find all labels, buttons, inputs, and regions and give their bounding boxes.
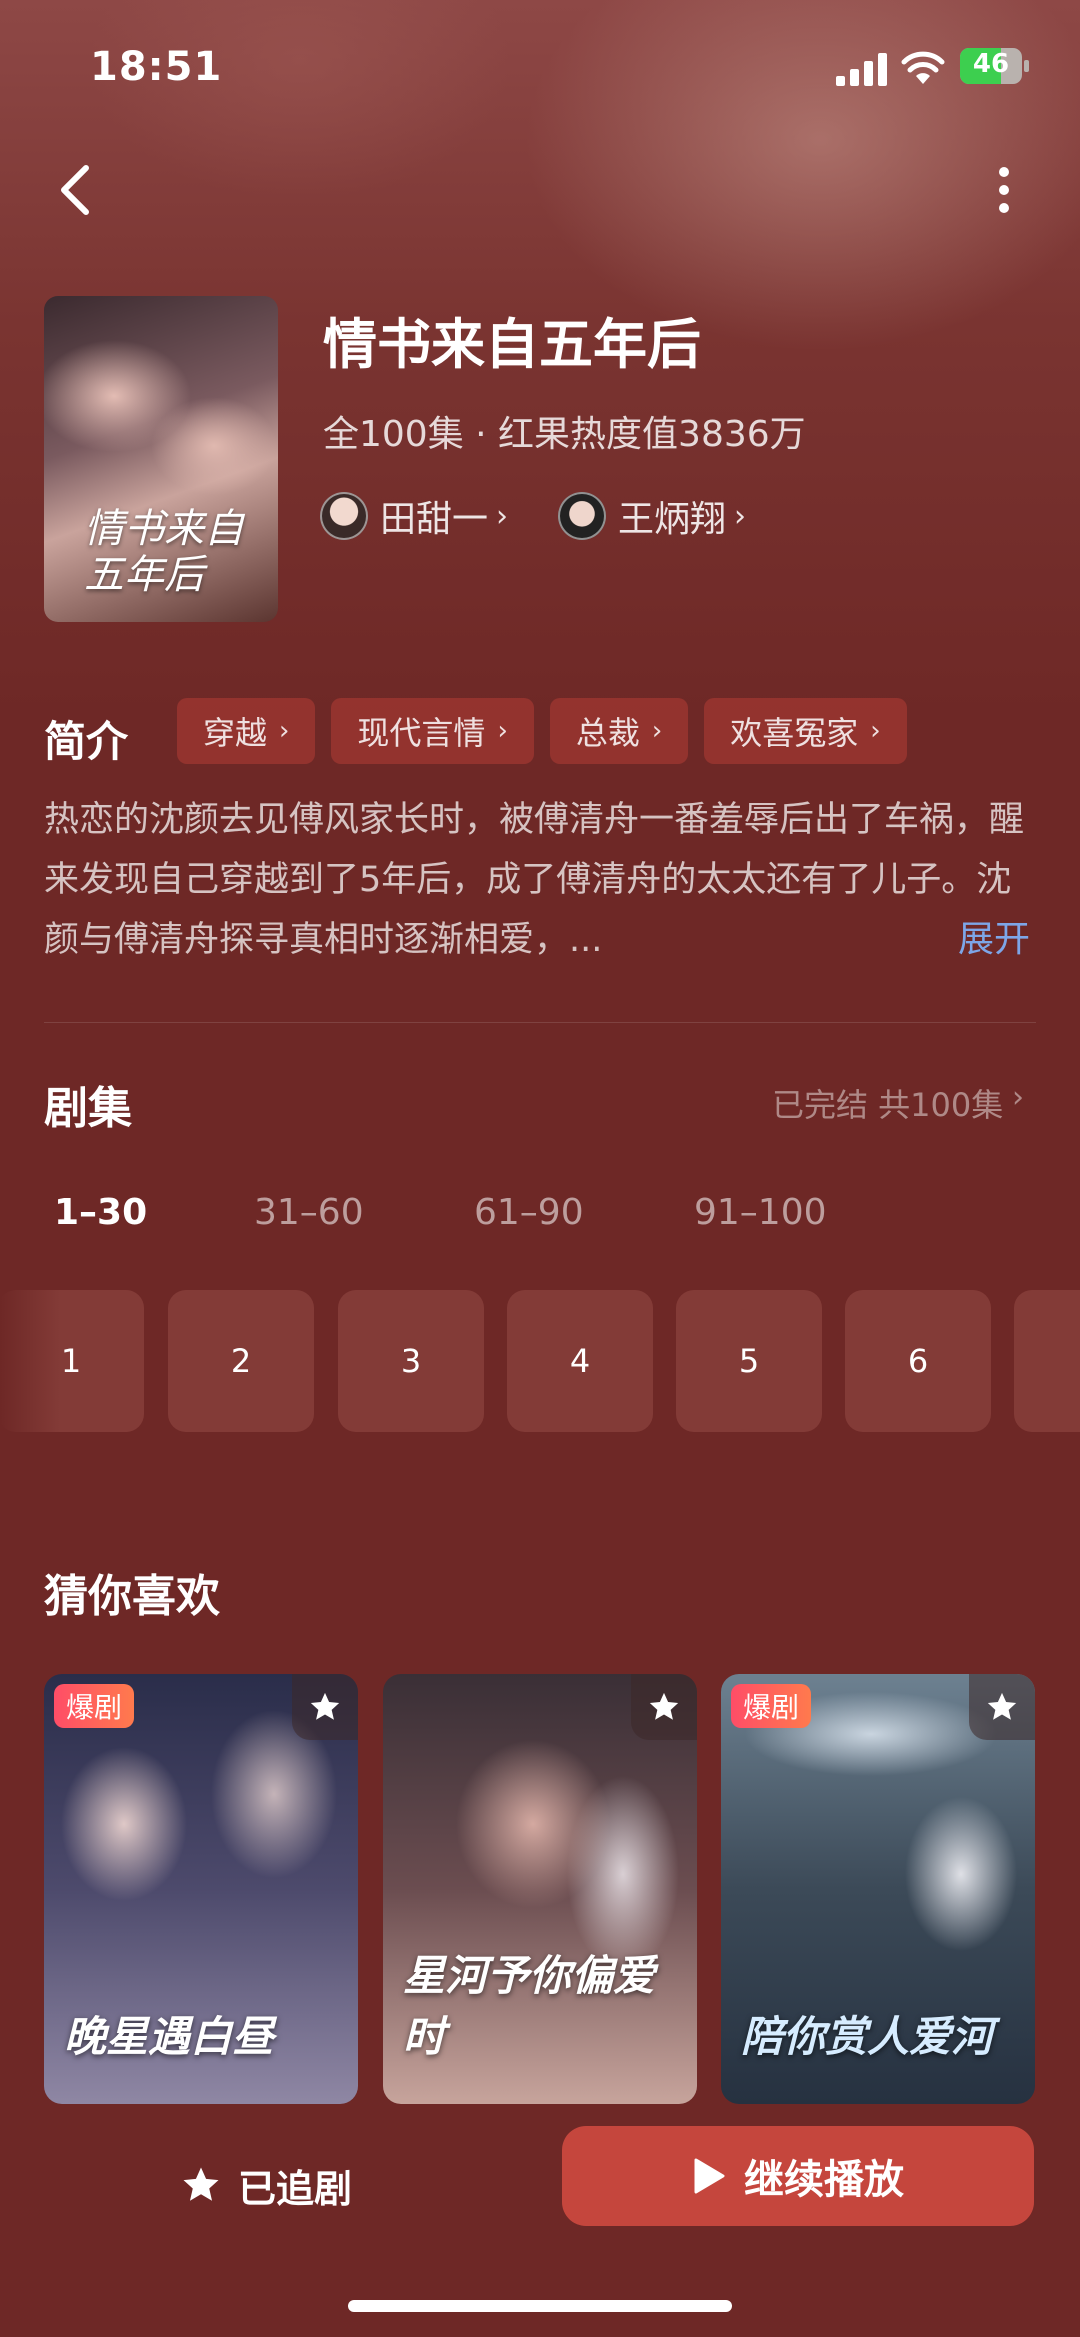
card-title: 陪你赏人爱河 [741, 2012, 994, 2061]
recommend-card[interactable]: 爆剧 陪你赏人爱河 [721, 1674, 1035, 2104]
range-tab-31-60[interactable]: 31–60 [254, 1192, 364, 1233]
star-icon [183, 2167, 219, 2201]
continue-play-button[interactable]: 继续播放 [562, 2126, 1034, 2226]
card-title: 星河予你偏爱时 [403, 1951, 656, 2061]
wifi-icon [901, 51, 945, 84]
battery-icon: 46 [960, 48, 1022, 84]
recommend-card[interactable]: 爆剧 晚星遇白昼 [44, 1674, 358, 2104]
star-icon[interactable] [292, 1674, 358, 1740]
star-icon[interactable] [969, 1674, 1035, 1740]
back-arrow-icon[interactable] [48, 160, 108, 220]
tag-label: 穿越 [203, 714, 268, 752]
chevron-right-icon: › [651, 716, 663, 746]
home-indicator [348, 2300, 732, 2312]
range-tab-91-100[interactable]: 91–100 [694, 1192, 827, 1233]
range-tab-1-30[interactable]: 1–30 [54, 1192, 147, 1233]
show-meta: 全100集 · 红果热度值3836万 [323, 414, 806, 455]
episode-button-3[interactable]: 3 [338, 1290, 484, 1432]
hot-badge: 爆剧 [731, 1684, 812, 1728]
chevron-right-icon: › [734, 498, 747, 534]
follow-label: 已追剧 [238, 2166, 353, 2211]
recommend-label: 猜你喜欢 [44, 1571, 220, 1622]
show-poster: 情书来自 五年后 [44, 296, 278, 622]
show-title: 情书来自五年后 [323, 313, 701, 376]
more-options-icon[interactable] [980, 160, 1028, 220]
cast-item-wangbingxiang[interactable]: 王炳翔 › [558, 490, 746, 542]
battery-cap [1024, 60, 1029, 72]
episode-button-4[interactable]: 4 [507, 1290, 653, 1432]
status-time: 18:51 [90, 44, 223, 90]
episode-button-6[interactable]: 6 [845, 1290, 991, 1432]
range-tab-61-90[interactable]: 61–90 [474, 1192, 584, 1233]
cast-name: 田甜一 [380, 499, 489, 540]
signal-icon [836, 53, 887, 86]
scroll-fade [0, 1290, 60, 1432]
chevron-right-icon: › [279, 716, 290, 746]
tag-time-travel[interactable]: 穿越 › [177, 698, 316, 764]
chevron-right-icon: › [496, 498, 509, 534]
avatar [320, 492, 368, 540]
intro-label: 简介 [44, 717, 129, 766]
tag-ceo[interactable]: 总裁 › [549, 698, 689, 764]
cast-item-tiantianyi[interactable]: 田甜一 › [320, 490, 508, 542]
chevron-right-icon: › [870, 716, 881, 746]
tag-rivals[interactable]: 欢喜冤家 › [704, 698, 907, 764]
cast-name: 王炳翔 [618, 499, 727, 540]
tag-label: 现代言情 [357, 714, 486, 752]
battery-level: 46 [972, 49, 1010, 79]
expand-link[interactable]: 展开 [958, 910, 1030, 962]
episodes-label: 剧集 [44, 1083, 132, 1134]
synopsis-text: 热恋的沈颜去见傅风家长时，被傅清舟一番羞辱后出了车祸，醒来发现自己穿越到了5年后… [44, 800, 1025, 960]
recommend-card[interactable]: 星河予你偏爱时 [383, 1674, 697, 2104]
episode-button-5[interactable]: 5 [676, 1290, 822, 1432]
episode-button-2[interactable]: 2 [168, 1290, 314, 1432]
episode-button-partial[interactable] [1014, 1290, 1080, 1432]
tag-label: 欢喜冤家 [730, 714, 859, 752]
star-icon[interactable] [631, 1674, 697, 1740]
poster-title: 情书来自 五年后 [84, 506, 244, 598]
genre-tags: 穿越 › 现代言情 › 总裁 › 欢喜冤家 › [177, 698, 907, 764]
tag-label: 总裁 [575, 714, 640, 752]
avatar [558, 492, 606, 540]
card-title: 晚星遇白昼 [64, 2012, 275, 2061]
tag-modern-romance[interactable]: 现代言情 › [331, 698, 534, 764]
hot-badge: 爆剧 [54, 1684, 135, 1728]
divider [44, 1022, 1036, 1023]
play-icon [694, 2158, 725, 2194]
episodes-status[interactable]: 已完结 共100集 [772, 1080, 1003, 1126]
chevron-right-icon[interactable]: › [1012, 1080, 1024, 1115]
play-label: 继续播放 [744, 2157, 904, 2203]
status-bar: 18:51 46 [0, 0, 1080, 130]
follow-button[interactable]: 已追剧 [180, 2148, 352, 2222]
chevron-right-icon: › [497, 716, 508, 746]
